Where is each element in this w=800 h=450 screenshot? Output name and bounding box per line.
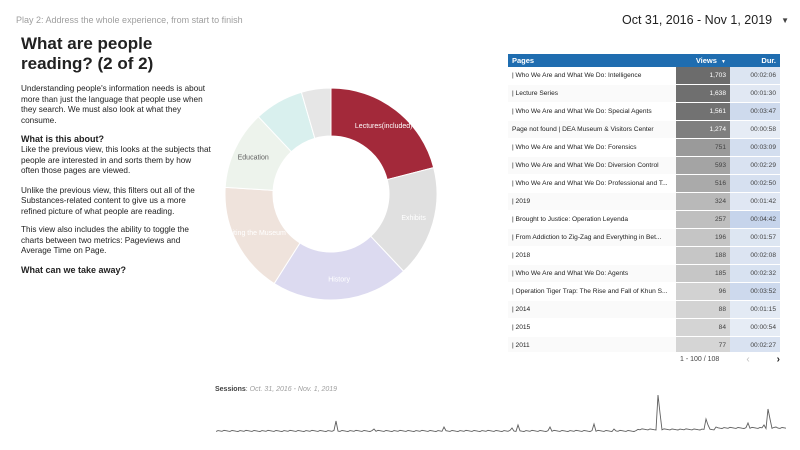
date-range-picker[interactable]: Oct 31, 2016 - Nov 1, 2019 ▼ <box>622 9 792 31</box>
donut-slice-label: Lectures(included) <box>355 123 413 130</box>
row-views: 1,703 <box>676 67 730 84</box>
row-duration: 00:03:09 <box>730 139 780 156</box>
row-duration: 00:02:29 <box>730 157 780 174</box>
row-duration: 00:00:58 <box>730 121 780 138</box>
topic-donut-chart[interactable]: Lectures(included) Exhibits History Visitin… <box>221 64 461 332</box>
row-duration: 00:02:32 <box>730 265 780 282</box>
section-heading-about: What is this about? <box>21 134 104 144</box>
row-views: 751 <box>676 139 730 156</box>
row-views: 516 <box>676 175 730 192</box>
chevron-right-icon[interactable]: › <box>777 354 780 365</box>
row-duration: 00:02:06 <box>730 67 780 84</box>
page-title: What are people reading? (2 of 2) <box>21 34 154 73</box>
row-duration: 00:03:52 <box>730 283 780 300</box>
page-subtitle: Play 2: Address the whole experience, fr… <box>16 15 243 25</box>
donut-slice-label: History <box>328 277 350 284</box>
row-page-title: | Who We Are and What We Do: Intelligenc… <box>512 72 642 79</box>
row-views: 96 <box>676 283 730 300</box>
row-views: 324 <box>676 193 730 210</box>
row-page-title: | Lecture Series <box>512 90 559 97</box>
row-views: 185 <box>676 265 730 282</box>
row-page-title: | Who We Are and What We Do: Professiona… <box>512 180 668 187</box>
table-row[interactable]: | Brought to Justice: Operation Leyenda 2… <box>508 211 780 229</box>
table-row[interactable]: | Operation Tiger Trap: The Rise and Fal… <box>508 283 780 301</box>
col-header-duration[interactable]: Dur. <box>730 56 780 65</box>
row-views: 1,561 <box>676 103 730 120</box>
row-page-title: | Who We Are and What We Do: Agents <box>512 270 629 277</box>
row-views: 257 <box>676 211 730 228</box>
table-row[interactable]: | Who We Are and What We Do: Forensics 75… <box>508 139 780 157</box>
row-duration: 00:01:15 <box>730 301 780 318</box>
views-header-label: Views <box>695 56 717 65</box>
row-views: 188 <box>676 247 730 264</box>
table-row[interactable]: | From Addiction to Zig-Zag and Everythi… <box>508 229 780 247</box>
row-page-title: | 2014 <box>512 306 531 313</box>
donut-slice-label: Exhibits <box>401 215 426 222</box>
row-duration: 00:01:42 <box>730 193 780 210</box>
table-row[interactable]: | 2014 88 00:01:15 <box>508 301 780 319</box>
row-page-title: | Operation Tiger Trap: The Rise and Fal… <box>512 288 668 295</box>
sort-descending-icon: ▼ <box>721 59 726 65</box>
chevron-left-icon[interactable]: ‹ <box>746 354 749 365</box>
dropdown-caret-icon: ▼ <box>781 15 789 25</box>
row-page-title: | Who We Are and What We Do: Forensics <box>512 144 637 151</box>
row-duration: 00:04:42 <box>730 211 780 228</box>
col-header-views[interactable]: Views ▼ <box>676 56 730 65</box>
row-duration: 00:01:30 <box>730 85 780 102</box>
row-views: 77 <box>676 337 730 352</box>
row-views: 1,638 <box>676 85 730 102</box>
row-page-title: | Who We Are and What We Do: Special Age… <box>512 108 652 115</box>
row-page-title: | 2011 <box>512 342 530 349</box>
row-duration: 00:03:47 <box>730 103 780 120</box>
sessions-sparkline[interactable] <box>216 392 786 436</box>
pages-table: Pages Views ▼ Dur. | Who We Are and What… <box>508 54 780 352</box>
row-page-title: | Brought to Justice: Operation Leyenda <box>512 216 629 223</box>
table-row[interactable]: | 2019 324 00:01:42 <box>508 193 780 211</box>
table-row[interactable]: | 2018 188 00:02:08 <box>508 247 780 265</box>
row-page-title: | 2015 <box>512 324 531 331</box>
row-duration: 00:02:27 <box>730 337 780 352</box>
row-views: 196 <box>676 229 730 246</box>
table-row[interactable]: | Who We Are and What We Do: Agents 185 00… <box>508 265 780 283</box>
table-body: | Who We Are and What We Do: Intelligenc… <box>508 67 780 352</box>
about-text-1: Like the previous view, this looks at th… <box>21 145 211 175</box>
about-text-3: This view also includes the ability to t… <box>21 225 189 255</box>
table-row[interactable]: | 2015 84 00:00:54 <box>508 319 780 337</box>
donut-slice-label: Education <box>238 154 269 161</box>
intro-text: Understanding people's information needs… <box>21 84 206 125</box>
row-views: 593 <box>676 157 730 174</box>
table-row[interactable]: | 2011 77 00:02:27 <box>508 337 780 352</box>
donut-slice-label: Visiting the Museum <box>223 230 286 237</box>
row-page-title: | 2019 <box>512 198 531 205</box>
row-page-title: | 2018 <box>512 252 531 259</box>
row-views: 84 <box>676 319 730 336</box>
row-views: 88 <box>676 301 730 318</box>
date-range-value: Oct 31, 2016 - Nov 1, 2019 <box>622 13 773 27</box>
row-views: 1,274 <box>676 121 730 138</box>
table-row[interactable]: | Who We Are and What We Do: Intelligenc… <box>508 67 780 85</box>
table-row[interactable]: | Who We Are and What We Do: Professiona… <box>508 175 780 193</box>
row-page-title: Page not found | DEA Museum & Visitors C… <box>512 126 654 133</box>
row-duration: 00:00:54 <box>730 319 780 336</box>
table-pagination: 1 - 100 / 108 ‹ › <box>680 354 780 365</box>
table-row[interactable]: | Lecture Series 1,638 00:01:30 <box>508 85 780 103</box>
section-heading-takeaway: What can we take away? <box>21 264 127 275</box>
col-header-pages[interactable]: Pages <box>508 56 676 65</box>
table-row[interactable]: | Who We Are and What We Do: Diversion C… <box>508 157 780 175</box>
about-text-2: Unlike the previous view, this filters o… <box>21 185 195 216</box>
donut-slice[interactable] <box>330 87 435 181</box>
report-page: Play 2: Address the whole experience, fr… <box>0 0 800 450</box>
row-duration: 00:01:57 <box>730 229 780 246</box>
table-header: Pages Views ▼ Dur. <box>508 54 780 67</box>
table-row[interactable]: | Who We Are and What We Do: Special Age… <box>508 103 780 121</box>
table-row[interactable]: Page not found | DEA Museum & Visitors C… <box>508 121 780 139</box>
description-panel: What are people reading? (2 of 2) Unders… <box>21 34 211 276</box>
row-duration: 00:02:50 <box>730 175 780 192</box>
sessions-line <box>216 394 786 432</box>
row-page-title: | From Addiction to Zig-Zag and Everythi… <box>512 234 662 241</box>
pagination-range: 1 - 100 / 108 <box>680 356 720 363</box>
row-page-title: | Who We Are and What We Do: Diversion C… <box>512 162 659 169</box>
row-duration: 00:02:08 <box>730 247 780 264</box>
